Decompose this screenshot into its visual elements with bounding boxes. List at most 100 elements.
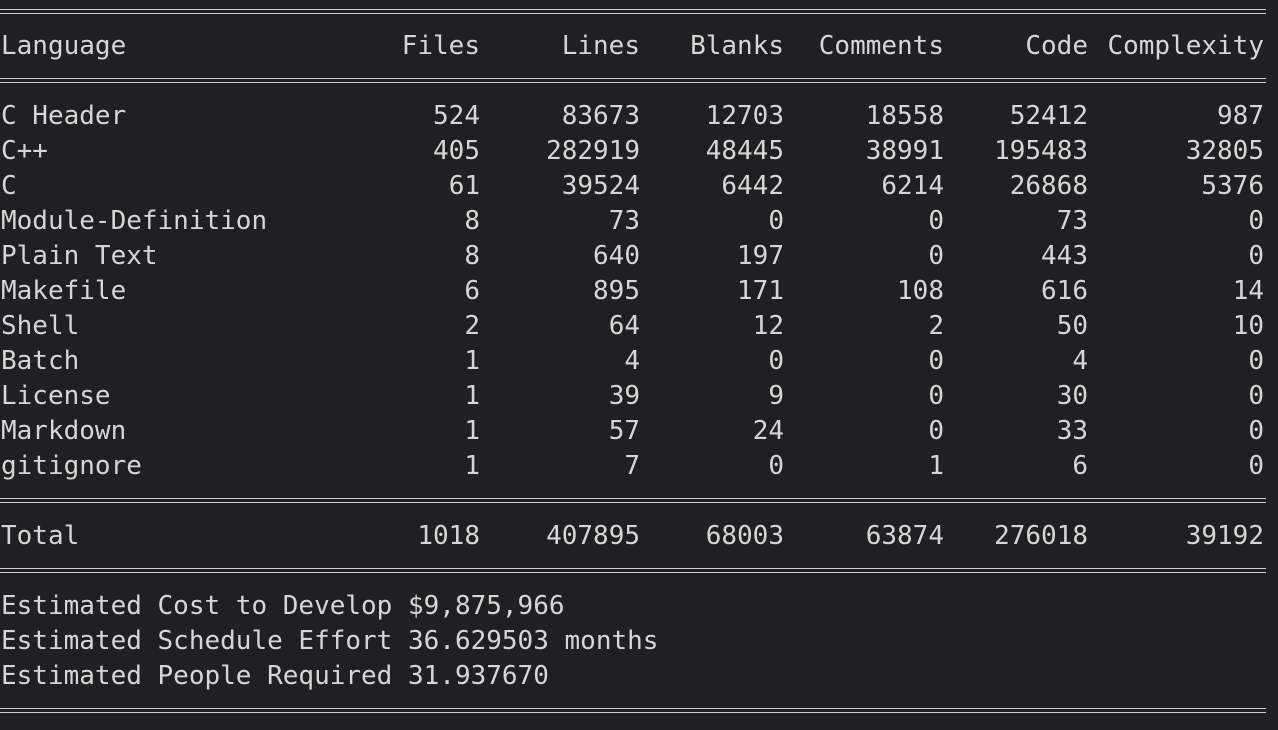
row-code: 4: [1072, 346, 1088, 376]
row-lines: 895: [593, 276, 640, 306]
row-complexity: 0: [1248, 206, 1264, 236]
total-row: Total 1018 407895 68003 63874 276018 391…: [0, 519, 1266, 554]
row-code: 52412: [1009, 101, 1088, 131]
row-lines: 640: [593, 241, 640, 271]
row-code: 33: [1056, 416, 1088, 446]
total-files: 1018: [417, 521, 480, 551]
row-code: 195483: [994, 136, 1088, 166]
total-lines: 407895: [546, 521, 640, 551]
row-language: C Header: [1, 101, 127, 131]
row-language: C: [1, 171, 17, 201]
row-code: 50: [1056, 311, 1088, 341]
row-blanks: 0: [768, 206, 784, 236]
table-row: C 61 39524 6442 6214 26868 5376: [0, 169, 1266, 204]
row-language: Shell: [1, 311, 80, 341]
divider-top: [0, 9, 1266, 14]
row-comments: 38991: [865, 136, 944, 166]
divider-before-total: [0, 498, 1266, 503]
row-lines: 73: [608, 206, 640, 236]
row-blanks: 24: [752, 416, 784, 446]
table-row: Plain Text 8 640 197 0 443 0: [0, 239, 1266, 274]
row-blanks: 12703: [705, 101, 784, 131]
row-files: 6: [464, 276, 480, 306]
row-complexity: 0: [1248, 346, 1264, 376]
row-files: 1: [464, 451, 480, 481]
table-row: C++ 405 282919 48445 38991 195483 32805: [0, 134, 1266, 169]
row-blanks: 171: [737, 276, 784, 306]
row-complexity: 0: [1248, 381, 1264, 411]
total-comments: 63874: [865, 521, 944, 551]
row-comments: 2: [928, 311, 944, 341]
header-blanks: Blanks: [690, 31, 784, 61]
row-complexity: 987: [1217, 101, 1264, 131]
header-language: Language: [1, 31, 127, 61]
row-complexity: 10: [1232, 311, 1264, 341]
total-code: 276018: [994, 521, 1088, 551]
table-row: Module-Definition 8 73 0 0 73 0: [0, 204, 1266, 239]
header-complexity: Complexity: [1107, 31, 1264, 61]
row-lines: 39524: [561, 171, 640, 201]
row-blanks: 9: [768, 381, 784, 411]
row-complexity: 14: [1232, 276, 1264, 306]
total-blanks: 68003: [705, 521, 784, 551]
row-language: C++: [1, 136, 48, 166]
row-blanks: 0: [768, 451, 784, 481]
row-files: 1: [464, 416, 480, 446]
table-header: Language Files Lines Blanks Comments Cod…: [0, 29, 1266, 64]
row-comments: 0: [928, 206, 944, 236]
row-comments: 6214: [881, 171, 944, 201]
divider-after-total: [0, 568, 1266, 573]
header-lines: Lines: [561, 31, 640, 61]
row-language: License: [1, 381, 111, 411]
row-files: 405: [433, 136, 480, 166]
row-complexity: 0: [1248, 451, 1264, 481]
header-comments: Comments: [818, 31, 944, 61]
row-code: 6: [1072, 451, 1088, 481]
row-comments: 0: [928, 346, 944, 376]
row-language: Module-Definition: [1, 206, 268, 236]
row-code: 616: [1041, 276, 1088, 306]
row-lines: 4: [624, 346, 640, 376]
row-complexity: 5376: [1201, 171, 1264, 201]
row-comments: 0: [928, 241, 944, 271]
estimated-schedule: Estimated Schedule Effort 36.629503 mont…: [1, 626, 659, 656]
row-lines: 39: [608, 381, 640, 411]
row-lines: 282919: [546, 136, 640, 166]
table-row: Batch 1 4 0 0 4 0: [0, 344, 1266, 379]
row-complexity: 0: [1248, 241, 1264, 271]
row-language: Makefile: [1, 276, 127, 306]
header-code: Code: [1025, 31, 1088, 61]
divider-header: [0, 78, 1266, 83]
estimated-cost: Estimated Cost to Develop $9,875,966: [1, 591, 565, 621]
row-files: 1: [464, 381, 480, 411]
row-language: Markdown: [1, 416, 127, 446]
row-complexity: 0: [1248, 416, 1264, 446]
table-row: Shell 2 64 12 2 50 10: [0, 309, 1266, 344]
row-comments: 0: [928, 416, 944, 446]
row-code: 73: [1056, 206, 1088, 236]
row-code: 26868: [1009, 171, 1088, 201]
row-language: Plain Text: [1, 241, 158, 271]
row-files: 8: [464, 241, 480, 271]
row-lines: 83673: [561, 101, 640, 131]
row-blanks: 0: [768, 346, 784, 376]
row-lines: 57: [608, 416, 640, 446]
row-comments: 1: [928, 451, 944, 481]
row-lines: 7: [624, 451, 640, 481]
table-row: gitignore 1 7 0 1 6 0: [0, 449, 1266, 484]
estimated-people: Estimated People Required 31.937670: [1, 661, 549, 691]
divider-bottom: [0, 708, 1266, 713]
row-language: Batch: [1, 346, 80, 376]
row-blanks: 12: [752, 311, 784, 341]
total-complexity: 39192: [1185, 521, 1264, 551]
header-files: Files: [401, 31, 480, 61]
row-files: 2: [464, 311, 480, 341]
table-row: Markdown 1 57 24 0 33 0: [0, 414, 1266, 449]
table-row: C Header 524 83673 12703 18558 52412 987: [0, 99, 1266, 134]
row-code: 30: [1056, 381, 1088, 411]
row-blanks: 6442: [721, 171, 784, 201]
table-row: Makefile 6 895 171 108 616 14: [0, 274, 1266, 309]
row-language: gitignore: [1, 451, 142, 481]
row-files: 8: [464, 206, 480, 236]
row-blanks: 48445: [705, 136, 784, 166]
